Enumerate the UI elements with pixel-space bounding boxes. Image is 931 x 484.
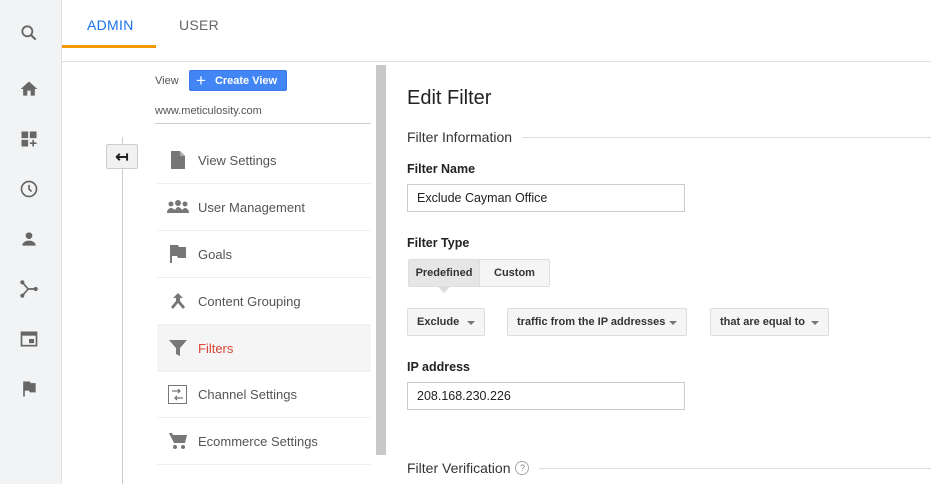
menu-item-label: Ecommerce Settings	[198, 433, 318, 449]
search-icon[interactable]	[17, 21, 41, 45]
caret-down-icon	[811, 321, 819, 325]
view-label: View	[155, 75, 179, 87]
expression-dropdown[interactable]: that are equal to	[710, 308, 829, 336]
predefined-button[interactable]: Predefined	[409, 260, 480, 293]
active-tab-underline	[62, 45, 156, 48]
filter-name-label: Filter Name	[407, 162, 476, 176]
custom-label: Custom	[494, 267, 535, 279]
left-nav-rail	[0, 0, 62, 484]
view-site-selector[interactable]: www.meticulosity.com	[155, 105, 262, 117]
include-exclude-dropdown[interactable]: Exclude	[407, 308, 485, 336]
caret-down-icon	[669, 321, 677, 325]
dropdown-value: Exclude	[417, 316, 460, 328]
menu-item-label: Channel Settings	[198, 386, 298, 402]
scrollbar[interactable]	[376, 65, 386, 455]
menu-item-filters[interactable]: Filters	[157, 325, 371, 372]
create-view-label: Create View	[214, 74, 278, 87]
section-title: Filter Information	[407, 129, 513, 145]
filter-name-input[interactable]	[407, 184, 685, 212]
flag-icon	[157, 245, 198, 263]
menu-item-view-settings[interactable]: View Settings	[157, 137, 371, 184]
menu-item-label: Goals	[198, 246, 232, 262]
cart-icon	[157, 433, 198, 449]
document-icon	[157, 151, 198, 169]
back-arrow-icon: ↤	[115, 148, 129, 166]
ip-address-input[interactable]	[407, 382, 685, 410]
caret-down-icon	[467, 321, 475, 325]
back-arrow-button[interactable]: ↤	[106, 144, 138, 169]
top-tab-bar: ADMIN USER	[62, 0, 931, 62]
section-title: Filter Verification	[407, 460, 511, 476]
clock-icon[interactable]	[17, 177, 41, 201]
section-filter-information: Filter Information	[407, 129, 931, 145]
filter-type-toggle: Predefined Custom	[408, 259, 550, 293]
channel-icon	[157, 384, 198, 404]
menu-item-ecommerce-settings[interactable]: Ecommerce Settings	[157, 418, 371, 465]
section-filter-verification: Filter Verification?	[407, 460, 931, 476]
dashboard-icon[interactable]	[17, 127, 41, 151]
behavior-icon[interactable]	[17, 327, 41, 351]
menu-item-goals[interactable]: Goals	[157, 231, 371, 278]
filter-type-label: Filter Type	[407, 236, 470, 250]
filter-icon	[157, 340, 198, 356]
create-view-button[interactable]: + Create View	[189, 70, 287, 91]
menu-item-label: Content Grouping	[198, 293, 301, 309]
help-icon[interactable]: ?	[515, 461, 530, 475]
page-title: Edit Filter	[407, 87, 492, 109]
tab-admin[interactable]: ADMIN	[87, 17, 134, 33]
menu-item-label: View Settings	[198, 152, 277, 168]
menu-item-label: User Management	[198, 199, 305, 215]
ip-address-label: IP address	[407, 360, 471, 374]
dropdown-value: that are equal to	[720, 316, 805, 328]
tree-line	[122, 137, 123, 484]
dropdown-value: traffic from the IP addresses	[517, 316, 666, 328]
menu-item-user-management[interactable]: User Management	[157, 184, 371, 231]
person-icon[interactable]	[17, 227, 41, 251]
menu-item-label: Filters	[198, 340, 234, 356]
merge-icon	[157, 292, 198, 310]
plus-icon: +	[196, 71, 206, 90]
tab-user[interactable]: USER	[179, 17, 219, 33]
traffic-source-dropdown[interactable]: traffic from the IP addresses	[507, 308, 687, 336]
menu-item-channel-settings[interactable]: Channel Settings	[157, 371, 371, 418]
custom-button[interactable]: Custom	[480, 260, 549, 286]
menu-item-content-grouping[interactable]: Content Grouping	[157, 278, 371, 325]
predefined-label: Predefined	[415, 267, 473, 279]
home-icon[interactable]	[17, 77, 41, 101]
flag-icon[interactable]	[17, 377, 41, 401]
acquisition-icon[interactable]	[17, 277, 41, 301]
people-icon	[157, 200, 198, 214]
divider	[155, 123, 371, 124]
